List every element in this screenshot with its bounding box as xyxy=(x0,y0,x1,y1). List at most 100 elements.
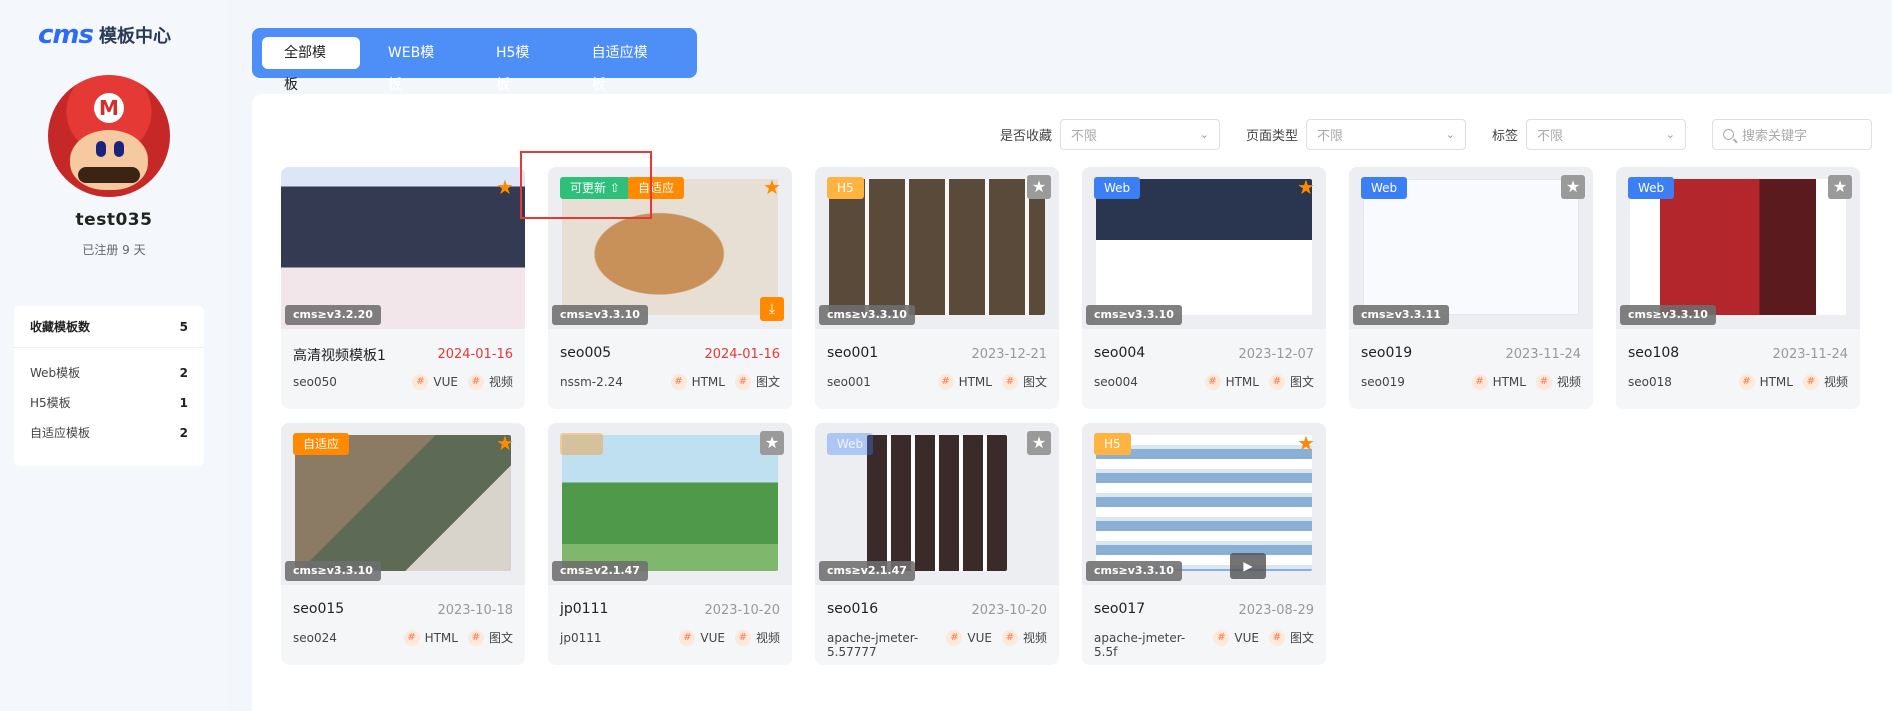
template-card[interactable]: 自适应 ★ cms≥v3.3.10 seo015 2023-10-18 seo0… xyxy=(281,423,525,665)
favorites-stats: 收藏模板数 5 Web模板 2 H5模板 1 自适应模板 2 xyxy=(14,306,204,466)
search-icon xyxy=(1723,129,1734,140)
hash-icon: # xyxy=(1738,373,1755,390)
hash-icon: # xyxy=(1204,373,1221,390)
star-icon[interactable]: ★ xyxy=(760,175,784,199)
card-date: 2023-10-20 xyxy=(971,603,1047,618)
card-package: seo024 xyxy=(293,631,337,645)
filter-type-select[interactable]: 不限 ⌄ xyxy=(1305,119,1466,150)
card-package: seo001 xyxy=(827,375,871,389)
card-package: seo004 xyxy=(1094,375,1138,389)
card-title[interactable]: seo108 xyxy=(1628,345,1679,361)
card-tag[interactable]: # HTML xyxy=(1471,373,1526,390)
card-tag[interactable]: # HTML xyxy=(670,373,725,390)
search-input[interactable]: 搜索关键字 xyxy=(1712,119,1872,150)
card-package: apache-jmeter-5.57777 xyxy=(827,631,919,659)
card-date: 2024-01-16 xyxy=(704,347,780,362)
star-icon[interactable]: ★ xyxy=(1828,175,1852,199)
stats-row-web: Web模板 2 xyxy=(30,366,188,380)
card-date: 2023-12-21 xyxy=(971,347,1047,362)
card-tag[interactable]: # 图文 xyxy=(1268,373,1314,390)
card-tag[interactable]: # VUE xyxy=(679,629,725,646)
card-tag[interactable]: # 图文 xyxy=(734,373,780,390)
template-card[interactable]: ★ cms≥v3.2.20 高清视频模板1 2024-01-16 seo050 … xyxy=(281,167,525,409)
cms-logo-mark: cms xyxy=(38,20,94,50)
template-card[interactable]: Web ★ cms≥v3.3.10 seo004 2023-12-07 seo0… xyxy=(1082,167,1326,409)
card-title[interactable]: seo017 xyxy=(1094,601,1145,617)
template-card[interactable]: ★ cms≥v2.1.47 jp0111 2023-10-20 jp0111 #… xyxy=(548,423,792,665)
star-icon[interactable]: ★ xyxy=(760,431,784,455)
filter-tag-select[interactable]: 不限 ⌄ xyxy=(1526,119,1686,150)
card-tag[interactable]: # VUE xyxy=(946,629,992,646)
card-tag[interactable]: # 图文 xyxy=(1268,629,1314,646)
card-title[interactable]: seo019 xyxy=(1361,345,1412,361)
card-title[interactable]: seo004 xyxy=(1094,345,1145,361)
card-date: 2023-11-24 xyxy=(1505,347,1581,362)
hash-icon: # xyxy=(1268,373,1285,390)
star-icon[interactable]: ★ xyxy=(493,431,517,455)
card-tag[interactable]: # 图文 xyxy=(467,629,513,646)
logo-title: 模板中心 xyxy=(99,26,171,47)
category-tabs: 全部模板 WEB模板 H5模板 自适应模板 xyxy=(252,28,697,93)
version-badge: cms≥v2.1.47 xyxy=(552,561,648,581)
card-package: seo018 xyxy=(1628,375,1672,389)
star-icon[interactable]: ★ xyxy=(1027,175,1051,199)
tab-web[interactable]: WEB模板 xyxy=(366,37,468,93)
card-title[interactable]: seo005 xyxy=(560,345,611,361)
hash-icon: # xyxy=(670,373,687,390)
card-package: seo050 xyxy=(293,375,337,389)
card-tag[interactable]: # VUE xyxy=(412,373,458,390)
play-icon[interactable]: ▶ xyxy=(1230,553,1266,579)
star-icon[interactable]: ★ xyxy=(1294,175,1318,199)
type-badge: H5 xyxy=(1094,433,1131,455)
filter-fav-select[interactable]: 不限 ⌄ xyxy=(1059,119,1220,150)
tab-all[interactable]: 全部模板 xyxy=(262,37,360,93)
card-title[interactable]: jp0111 xyxy=(560,601,608,617)
card-package: seo019 xyxy=(1361,375,1405,389)
chevron-down-icon: ⌄ xyxy=(1199,128,1209,141)
logo[interactable]: cms 模板中心 xyxy=(38,20,171,50)
card-tag[interactable]: # HTML xyxy=(1204,373,1259,390)
template-card[interactable]: Web ★ cms≥v3.3.11 seo019 2023-11-24 seo0… xyxy=(1349,167,1593,409)
card-title[interactable]: seo001 xyxy=(827,345,878,361)
filter-bar: 是否收藏 不限 ⌄ 页面类型 不限 ⌄ 标签 不限 ⌄ 搜索关键字 xyxy=(1000,119,1872,150)
version-badge: cms≥v2.1.47 xyxy=(819,561,915,581)
card-tag[interactable]: # 视频 xyxy=(734,629,780,646)
card-tag[interactable]: # 视频 xyxy=(1802,373,1848,390)
card-title[interactable]: seo015 xyxy=(293,601,344,617)
download-icon[interactable]: ⤓ xyxy=(760,297,784,321)
tab-adaptive[interactable]: 自适应模板 xyxy=(570,37,681,93)
template-card[interactable]: H5 ★ cms≥v3.3.10 seo001 2023-12-21 seo00… xyxy=(815,167,1059,409)
star-icon[interactable]: ★ xyxy=(1294,431,1318,455)
hash-icon: # xyxy=(1001,629,1018,646)
star-icon[interactable]: ★ xyxy=(493,175,517,199)
card-title[interactable]: seo016 xyxy=(827,601,878,617)
chevron-down-icon: ⌄ xyxy=(1665,128,1675,141)
card-tag[interactable]: # HTML xyxy=(1738,373,1793,390)
type-badge: 自适应 xyxy=(293,433,350,455)
card-tag[interactable]: # HTML xyxy=(937,373,992,390)
card-tag[interactable]: # 视频 xyxy=(1001,629,1047,646)
card-date: 2023-10-20 xyxy=(704,603,780,618)
avatar[interactable]: M xyxy=(48,75,170,197)
hash-icon: # xyxy=(1802,373,1819,390)
template-card[interactable]: Web ★ cms≥v3.3.10 seo108 2023-11-24 seo0… xyxy=(1616,167,1860,409)
tab-h5[interactable]: H5模板 xyxy=(474,37,564,93)
card-tag[interactable]: # 视频 xyxy=(467,373,513,390)
update-highlight-box xyxy=(520,151,652,219)
version-badge: cms≥v3.3.10 xyxy=(1086,561,1182,581)
card-tag[interactable]: # HTML xyxy=(403,629,458,646)
template-card[interactable]: Web ★ cms≥v2.1.47 seo016 2023-10-20 apac… xyxy=(815,423,1059,665)
star-icon[interactable]: ★ xyxy=(1561,175,1585,199)
card-tag[interactable]: # 视频 xyxy=(1535,373,1581,390)
hash-icon: # xyxy=(467,629,484,646)
star-icon[interactable]: ★ xyxy=(1027,431,1051,455)
card-title[interactable]: 高清视频模板1 xyxy=(293,345,386,365)
card-tag[interactable]: # 图文 xyxy=(1001,373,1047,390)
template-card[interactable]: H5 ★ ▶ cms≥v3.3.10 seo017 2023-08-29 apa… xyxy=(1082,423,1326,665)
card-date: 2023-08-29 xyxy=(1238,603,1314,618)
type-badge: Web xyxy=(1628,177,1675,199)
type-badge xyxy=(560,433,603,455)
hash-icon: # xyxy=(734,629,751,646)
hash-icon: # xyxy=(1535,373,1552,390)
card-tag[interactable]: # VUE xyxy=(1213,629,1259,646)
